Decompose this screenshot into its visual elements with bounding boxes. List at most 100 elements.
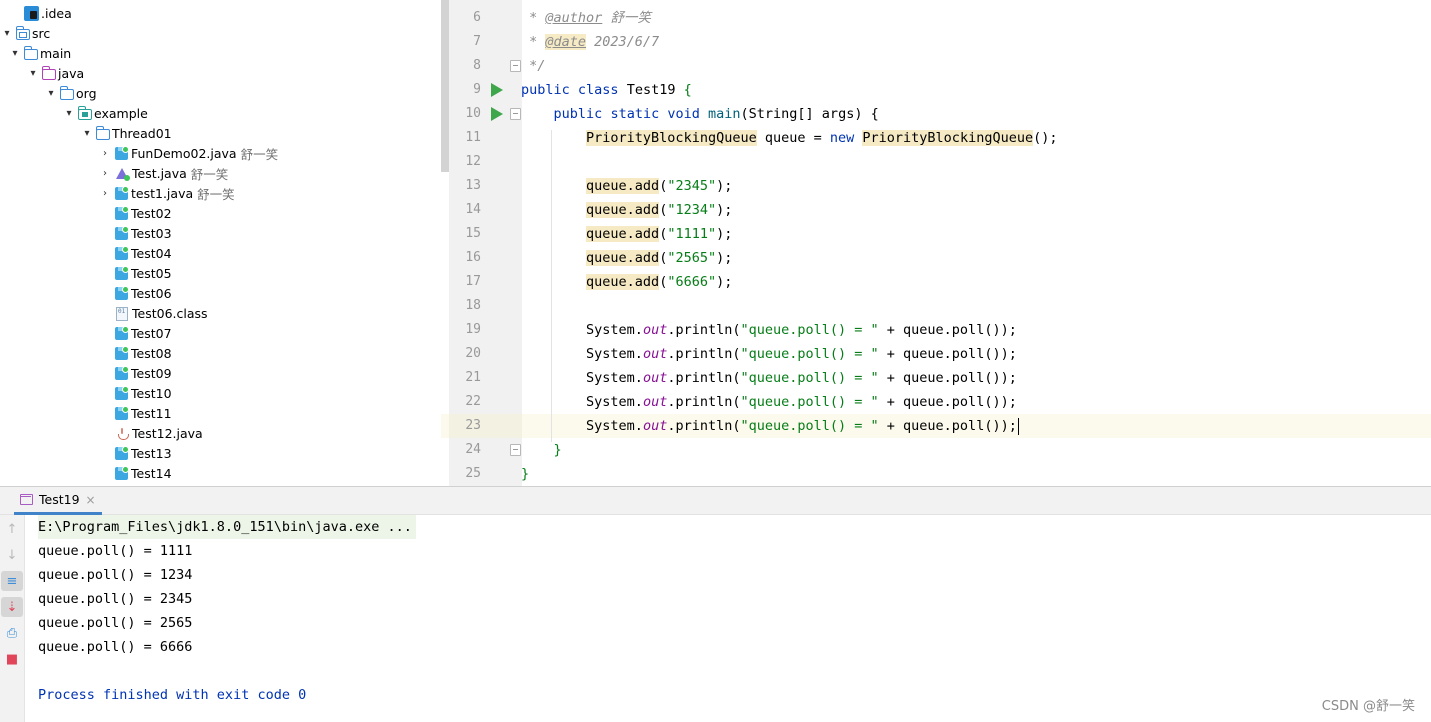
tree-item[interactable]: › FunDemo02.java 舒一笑 [98, 143, 278, 163]
class-icon [115, 326, 129, 340]
tree-item[interactable]: Test06.class [98, 303, 208, 323]
code-line[interactable]: 13 queue.add("2345"); [441, 174, 1431, 198]
gutter-cell: 8 [449, 54, 522, 78]
expand-arrow-icon[interactable]: › [98, 143, 112, 163]
tree-item-label: example [94, 105, 148, 121]
string-literal: "queue.poll() = " [740, 322, 879, 338]
tree-item-label: Test13 [131, 445, 172, 461]
tree-item[interactable]: Test13 [98, 443, 172, 463]
code-editor[interactable]: 6 * @author 舒一笑 7 * @date 2023/6/7 8 */9 pu… [441, 0, 1431, 486]
expand-arrow-icon[interactable]: ▾ [80, 123, 94, 143]
code-line[interactable]: 8 */ [441, 54, 1431, 78]
close-tab-icon[interactable]: × [86, 493, 96, 507]
fold-marker-icon[interactable] [510, 60, 521, 72]
code-text: System.out.println("queue.poll() = " + q… [521, 342, 1017, 366]
tree-item[interactable]: Test09 [98, 363, 172, 383]
code-line[interactable]: 14 queue.add("1234"); [441, 198, 1431, 222]
method-call: .println( [667, 346, 741, 362]
string-literal: "2345" [667, 178, 717, 194]
string-literal: "1234" [667, 202, 717, 218]
code-line[interactable]: 7 * @date 2023/6/7 [441, 30, 1431, 54]
code-line[interactable]: 20 System.out.println("queue.poll() = " … [441, 342, 1431, 366]
code-line[interactable]: 19 System.out.println("queue.poll() = " … [441, 318, 1431, 342]
expand-arrow-icon[interactable]: ▾ [0, 23, 14, 43]
code-line[interactable]: 11 PriorityBlockingQueue queue = new Pri… [441, 126, 1431, 150]
run-gutter-icon[interactable] [491, 83, 503, 97]
line-number: 10 [465, 106, 481, 121]
tree-item[interactable]: Test08 [98, 343, 172, 363]
fold-marker-icon[interactable] [510, 444, 521, 456]
run-gutter-icon[interactable] [491, 107, 503, 121]
indent-guide [551, 130, 552, 442]
tree-item[interactable]: Test04 [98, 243, 172, 263]
code-line[interactable]: 12 [441, 150, 1431, 174]
soft-wrap-icon[interactable]: ≡ [1, 571, 23, 591]
tree-item[interactable]: › test1.java 舒一笑 [98, 183, 235, 203]
code-line[interactable]: 23 System.out.println("queue.poll() = " … [441, 414, 1431, 438]
expand-arrow-icon[interactable]: › [98, 163, 112, 183]
tree-item[interactable]: Test02 [98, 203, 172, 223]
code-text: public class Test19 { [521, 78, 692, 102]
tree-item[interactable]: ▾ java [26, 63, 84, 83]
tree-item-label: Test10 [131, 385, 172, 401]
tree-item[interactable]: › Test.java 舒一笑 [98, 163, 228, 183]
tree-item[interactable]: Test05 [98, 263, 172, 283]
gutter-cell: 21 [449, 366, 522, 390]
tree-item[interactable]: ▾ Thread01 [80, 123, 172, 143]
print-icon[interactable]: ⎙ [1, 623, 23, 643]
tree-item[interactable]: Test11 [98, 403, 172, 423]
expand-arrow-icon[interactable]: ▾ [26, 63, 40, 83]
code-text: */ [521, 54, 545, 78]
brace: { [675, 82, 692, 98]
scroll-up-icon[interactable]: ↑ [1, 519, 23, 539]
tree-scrollbar[interactable] [441, 0, 449, 172]
expand-arrow-icon[interactable]: ▾ [44, 83, 58, 103]
clear-all-icon[interactable]: ■ [1, 649, 23, 669]
code-token: + queue.poll()); [878, 322, 1017, 338]
tree-item-label: Thread01 [112, 125, 172, 141]
code-line[interactable]: 9 public class Test19 { [441, 78, 1431, 102]
expand-arrow-icon[interactable]: ▾ [8, 43, 22, 63]
code-text: queue.add("1234"); [586, 202, 733, 218]
code-line[interactable]: 17 queue.add("6666"); [441, 270, 1431, 294]
scroll-down-icon[interactable]: ↓ [1, 545, 23, 565]
code-line[interactable]: 18 [441, 294, 1431, 318]
code-line[interactable]: 24 } [441, 438, 1431, 462]
tree-item[interactable]: ▾ example [62, 103, 148, 123]
tree-item[interactable]: ▾ src [0, 23, 50, 43]
run-tab-test19[interactable]: Test19 × [14, 487, 102, 515]
code-line[interactable]: 10 public static void main(String[] args… [441, 102, 1431, 126]
run-config-icon [20, 494, 33, 505]
code-line[interactable]: 21 System.out.println("queue.poll() = " … [441, 366, 1431, 390]
tree-item[interactable]: Test03 [98, 223, 172, 243]
line-number: 13 [465, 178, 481, 193]
method-call: .println( [667, 418, 741, 434]
expand-arrow-icon[interactable]: ▾ [62, 103, 76, 123]
scroll-to-end-icon[interactable]: ⇣ [1, 597, 23, 617]
tree-item[interactable]: ▾ main [8, 43, 71, 63]
code-text: PriorityBlockingQueue queue = new Priori… [521, 126, 1057, 150]
fold-marker-icon[interactable] [510, 108, 521, 120]
code-line[interactable]: 16 queue.add("2565"); [441, 246, 1431, 270]
console-exit-line: Process finished with exit code 0 [38, 687, 307, 703]
comment-text: * [521, 34, 546, 50]
code-line[interactable]: 22 System.out.println("queue.poll() = " … [441, 390, 1431, 414]
tree-item[interactable]: ▾ org [44, 83, 97, 103]
expand-arrow-icon[interactable]: › [98, 183, 112, 203]
tree-item[interactable]: Test07 [98, 323, 172, 343]
tree-item[interactable]: Test06 [98, 283, 172, 303]
code-token: System. [586, 346, 643, 362]
code-line[interactable]: 15 queue.add("1111"); [441, 222, 1431, 246]
tree-item[interactable]: Test12.java [98, 423, 203, 443]
class-icon [115, 346, 129, 360]
tree-item[interactable]: .idea [8, 3, 72, 23]
tree-item[interactable]: Test14 [98, 463, 172, 483]
tree-item[interactable]: Test10 [98, 383, 172, 403]
code-line[interactable]: 25} [441, 462, 1431, 486]
code-line[interactable]: 6 * @author 舒一笑 [441, 6, 1431, 30]
method-call: .println( [667, 394, 741, 410]
